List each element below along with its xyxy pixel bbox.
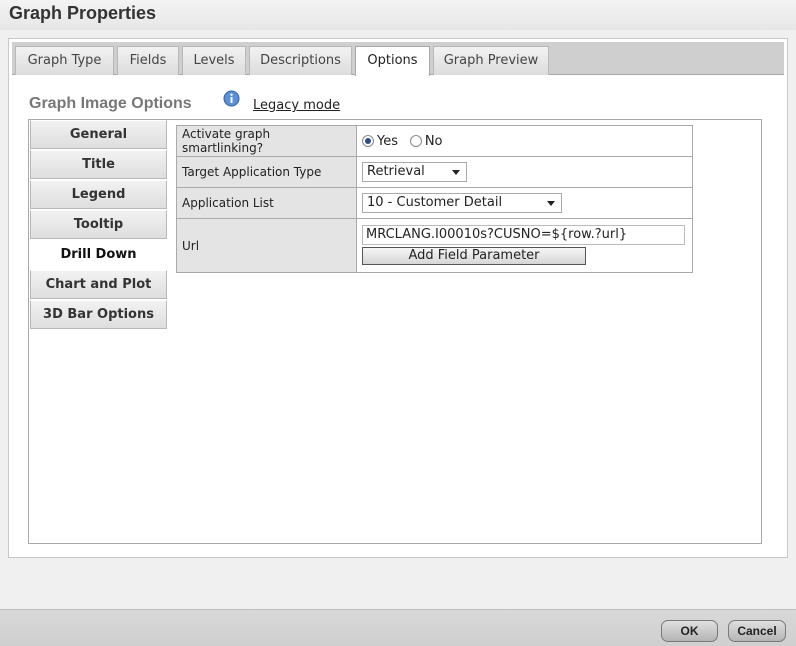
smartlinking-label: Activate graph smartlinking? xyxy=(176,125,357,157)
dialog-footer: OK Cancel xyxy=(0,609,796,646)
smartlinking-no-radio[interactable] xyxy=(409,134,422,147)
target-app-type-select[interactable]: Retrieval xyxy=(362,162,467,182)
tab-strip: Graph Type Fields Levels Descriptions Op… xyxy=(12,42,784,76)
window-title: Graph Properties xyxy=(9,3,157,23)
url-input[interactable] xyxy=(362,224,685,245)
nav-item-drill-down[interactable]: Drill Down xyxy=(30,240,167,269)
nav-item-tooltip[interactable]: Tooltip xyxy=(30,210,167,239)
target-app-type-label: Target Application Type xyxy=(176,156,357,188)
url-cell: Add Field Parameter xyxy=(356,218,693,273)
nav-item-title[interactable]: Title xyxy=(30,150,167,179)
ok-button[interactable]: OK xyxy=(661,620,718,642)
nav-item-general[interactable]: General xyxy=(30,120,167,149)
smartlinking-yes-radio[interactable] xyxy=(362,134,374,147)
title-bar: Graph Properties xyxy=(0,0,796,30)
chevron-down-icon xyxy=(547,201,555,206)
tab-graph-type[interactable]: Graph Type xyxy=(15,46,114,75)
tab-descriptions[interactable]: Descriptions xyxy=(249,46,352,75)
app-list-select[interactable]: 10 - Customer Detail xyxy=(362,193,562,213)
smartlinking-yes-label[interactable]: Yes xyxy=(377,134,398,149)
tab-levels[interactable]: Levels xyxy=(182,46,246,75)
target-app-type-value: Retrieval xyxy=(367,164,425,179)
nav-item-legend[interactable]: Legend xyxy=(30,180,167,209)
app-list-cell: 10 - Customer Detail xyxy=(356,187,693,219)
nav-item-3d-bar-options[interactable]: 3D Bar Options xyxy=(30,300,167,329)
section-heading: Graph Image Options xyxy=(29,95,192,112)
smartlinking-no-label[interactable]: No xyxy=(425,134,443,149)
chevron-down-icon xyxy=(452,170,460,175)
form-row-target-app-type: Target Application Type Retrieval xyxy=(176,156,693,188)
form-row-smartlinking: Activate graph smartlinking? Yes No xyxy=(176,125,693,157)
tab-options[interactable]: Options xyxy=(355,46,430,76)
options-panel: General Title Legend Tooltip Drill Down … xyxy=(28,119,762,544)
tab-fields[interactable]: Fields xyxy=(117,46,179,75)
cancel-button[interactable]: Cancel xyxy=(728,620,786,642)
app-list-value: 10 - Customer Detail xyxy=(367,195,503,210)
graph-properties-panel: Graph Type Fields Levels Descriptions Op… xyxy=(8,38,788,558)
target-app-type-cell: Retrieval xyxy=(356,156,693,188)
add-field-parameter-button[interactable]: Add Field Parameter xyxy=(362,246,586,265)
smartlinking-options: Yes No xyxy=(356,125,693,157)
app-list-label: Application List xyxy=(176,187,357,219)
url-label: Url xyxy=(176,218,357,273)
drill-down-form: Activate graph smartlinking? Yes No Targ… xyxy=(176,125,693,273)
legacy-mode-link[interactable]: Legacy mode xyxy=(253,98,340,113)
form-row-app-list: Application List 10 - Customer Detail xyxy=(176,187,693,219)
nav-item-chart-and-plot[interactable]: Chart and Plot xyxy=(30,270,167,299)
form-row-url: Url Add Field Parameter xyxy=(176,218,693,273)
info-icon[interactable] xyxy=(223,90,240,107)
tab-graph-preview[interactable]: Graph Preview xyxy=(433,46,549,75)
